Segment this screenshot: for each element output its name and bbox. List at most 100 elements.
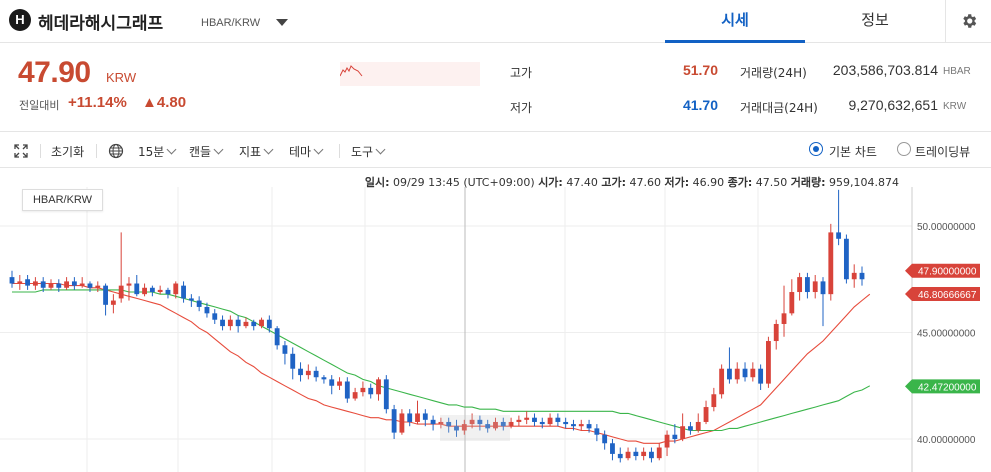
chart-pair-label[interactable]: HBAR/KRW bbox=[22, 189, 103, 211]
candle-body bbox=[610, 443, 615, 454]
settings-button[interactable] bbox=[945, 0, 991, 43]
chart-toolbar: 초기화 15분 캔들 지표 테마 도구 기본 차트 트레이딩뷰 bbox=[0, 133, 991, 168]
y-tick-label: 45.00000000 bbox=[917, 329, 976, 340]
candle-body bbox=[820, 281, 826, 295]
ohlc-volume-label: 거래량: bbox=[790, 176, 826, 189]
close-label: 종가: bbox=[727, 176, 753, 189]
basic-chart-radio[interactable] bbox=[809, 142, 823, 156]
basic-chart-label[interactable]: 기본 차트 bbox=[829, 143, 877, 160]
candle-body bbox=[134, 283, 140, 295]
candle-body bbox=[32, 281, 38, 286]
chevron-down-icon bbox=[213, 144, 224, 155]
candle-body bbox=[727, 368, 732, 380]
candle-body bbox=[227, 319, 233, 327]
candle-body bbox=[516, 419, 522, 422]
candle-body bbox=[422, 413, 428, 420]
candle-body bbox=[695, 421, 701, 431]
ohlc-low-value: 46.90 bbox=[692, 176, 725, 189]
ohlc-high-value: 47.60 bbox=[629, 176, 661, 189]
volume-label: 거래량(24H) bbox=[740, 66, 807, 80]
gear-icon bbox=[963, 14, 977, 28]
tab-quote[interactable]: 시세 bbox=[665, 0, 805, 43]
candle-body bbox=[290, 353, 296, 369]
candle-body bbox=[274, 328, 280, 346]
expand-icon[interactable] bbox=[14, 144, 28, 158]
candle-select[interactable]: 캔들 bbox=[189, 143, 224, 160]
candle-body bbox=[843, 238, 849, 280]
trading-view-label[interactable]: 트레이딩뷰 bbox=[915, 143, 970, 160]
globe-icon[interactable] bbox=[108, 143, 124, 159]
candle-body bbox=[321, 377, 327, 380]
candle-body bbox=[79, 283, 85, 286]
price-tag-label: 42.47200000 bbox=[918, 382, 977, 393]
time-value: 09/29 13:45 (UTC+09:00) bbox=[392, 176, 535, 189]
tab-info[interactable]: 정보 bbox=[805, 0, 945, 43]
turnover-value: 9,270,632,651 bbox=[848, 97, 938, 113]
candle-body bbox=[383, 379, 389, 410]
candle-body bbox=[149, 287, 155, 293]
tools-label: 도구 bbox=[351, 145, 374, 159]
candlestick-chart[interactable]: 50.00000000 45.00000000 40.00000000 47.9000… bbox=[0, 169, 991, 472]
price-summary: 47.90 KRW 전일대비 +11.14% ▲4.80 고가 51.70 저가… bbox=[0, 44, 991, 132]
candle-body bbox=[688, 426, 693, 431]
candle-body bbox=[828, 232, 834, 295]
candle-body bbox=[376, 379, 381, 395]
indicator-select[interactable]: 지표 bbox=[239, 143, 274, 160]
candle-body bbox=[391, 409, 397, 433]
candle-body bbox=[625, 451, 631, 459]
candle-body bbox=[181, 285, 186, 299]
candle-body bbox=[71, 281, 77, 286]
low-label: 저가 bbox=[510, 101, 533, 115]
candle-body bbox=[110, 300, 116, 305]
candle-body bbox=[368, 387, 374, 395]
price-chart[interactable]: 50.00000000 45.00000000 40.00000000 47.9000… bbox=[0, 169, 991, 472]
toolbar-divider bbox=[96, 144, 97, 158]
chevron-down-icon[interactable] bbox=[276, 19, 288, 26]
volume-unit: HBAR bbox=[943, 66, 971, 77]
close-value: 47.50 bbox=[755, 176, 788, 189]
candle-body bbox=[430, 419, 436, 425]
candle-body bbox=[64, 281, 70, 288]
coin-pair[interactable]: HBAR/KRW bbox=[201, 17, 260, 29]
candle-body bbox=[797, 277, 803, 293]
time-label: 일시: bbox=[364, 176, 390, 189]
candle-label: 캔들 bbox=[189, 145, 212, 159]
candle-body bbox=[586, 424, 592, 429]
candle-body bbox=[48, 283, 54, 288]
candle-body bbox=[17, 281, 23, 284]
open-value: 47.40 bbox=[566, 176, 598, 189]
tools-select[interactable]: 도구 bbox=[351, 143, 386, 160]
ohlc-low-label: 저가: bbox=[664, 176, 690, 189]
trading-view-radio[interactable] bbox=[897, 142, 911, 156]
coin-name[interactable]: 헤데라해시그래프 bbox=[38, 9, 163, 34]
candle-body bbox=[641, 451, 647, 457]
candle-body bbox=[95, 285, 101, 288]
header-bar: H 헤데라해시그래프 HBAR/KRW 시세 정보 bbox=[0, 0, 991, 43]
candle-body bbox=[859, 272, 865, 280]
candle-body bbox=[633, 451, 639, 457]
candle-body bbox=[594, 428, 600, 435]
candle-body bbox=[266, 319, 272, 329]
candle-body bbox=[235, 319, 241, 327]
open-label: 시가: bbox=[538, 176, 563, 189]
candle-body bbox=[298, 368, 303, 376]
indicator-label: 지표 bbox=[239, 145, 262, 159]
candle-body bbox=[750, 368, 756, 378]
change-amount: ▲4.80 bbox=[142, 94, 187, 111]
candle-body bbox=[680, 426, 686, 439]
candle-body bbox=[103, 285, 108, 305]
theme-select[interactable]: 테마 bbox=[289, 143, 324, 160]
candle-body bbox=[703, 407, 709, 422]
candle-body bbox=[212, 313, 218, 320]
chevron-down-icon bbox=[375, 144, 386, 155]
reset-button[interactable]: 초기화 bbox=[51, 143, 84, 160]
candle-body bbox=[188, 298, 194, 301]
high-label: 고가 bbox=[510, 66, 533, 80]
candle-body bbox=[282, 345, 288, 354]
interval-select[interactable]: 15분 bbox=[138, 143, 177, 160]
candle-body bbox=[9, 277, 15, 284]
change-rate: +11.14% bbox=[68, 94, 127, 111]
coin-logo-icon: H bbox=[9, 9, 31, 31]
candle-body bbox=[742, 368, 748, 378]
candle-body bbox=[789, 292, 795, 314]
